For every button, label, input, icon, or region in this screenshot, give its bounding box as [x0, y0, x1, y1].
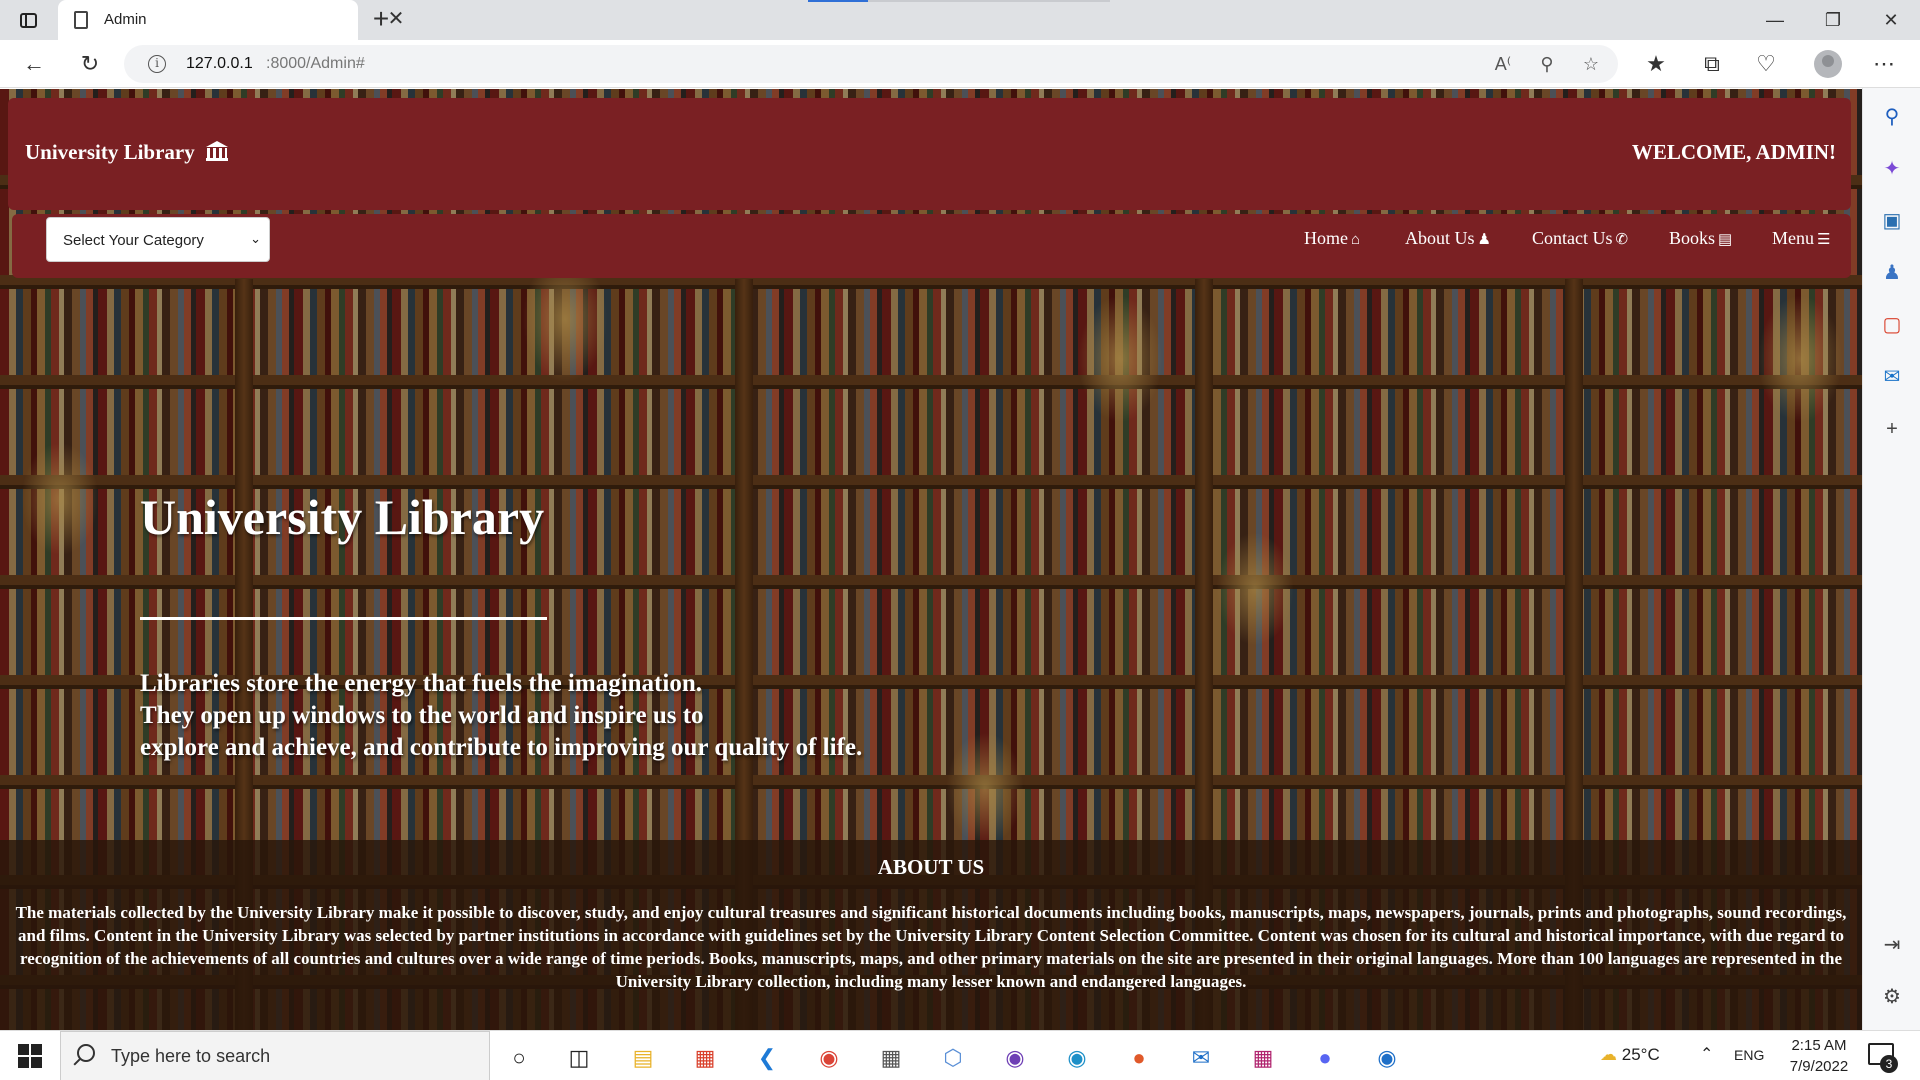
- browser-essentials-icon[interactable]: ♡: [1748, 48, 1784, 80]
- nav-books[interactable]: Books ▤: [1669, 228, 1732, 249]
- discord-icon[interactable]: ●: [1296, 1036, 1354, 1080]
- site-info-icon[interactable]: i: [148, 55, 166, 73]
- hide-sidebar-icon[interactable]: ⇥: [1877, 930, 1907, 960]
- chrome-icon[interactable]: ◉: [800, 1036, 858, 1080]
- tab-title: Admin: [104, 11, 147, 28]
- search-icon[interactable]: ⚲: [1877, 102, 1907, 132]
- tab-actions-icon[interactable]: [14, 8, 42, 32]
- book-icon: ▤: [1718, 232, 1733, 248]
- app-icon[interactable]: ◉: [1358, 1036, 1416, 1080]
- nav-books-label: Books: [1669, 228, 1716, 248]
- weather-widget[interactable]: ☁ 25°C: [1600, 1045, 1660, 1065]
- hamburger-icon: ☰: [1817, 232, 1831, 248]
- about-section: ABOUT US The materials collected by the …: [0, 840, 1862, 1030]
- about-body: The materials collected by the Universit…: [15, 903, 1847, 991]
- file-explorer-icon[interactable]: ▤: [614, 1036, 672, 1080]
- url-host: 127.0.0.1: [186, 55, 253, 72]
- read-aloud-icon[interactable]: A⁽: [1490, 51, 1516, 77]
- loading-track: [868, 0, 1110, 2]
- notification-count: 3: [1880, 1055, 1898, 1073]
- nav-contact-us[interactable]: Contact Us ✆: [1532, 228, 1628, 249]
- hero-line: Libraries store the energy that fuels th…: [140, 670, 702, 697]
- games-icon[interactable]: ♟: [1877, 258, 1907, 288]
- office-icon[interactable]: ▢: [1877, 310, 1907, 340]
- store-icon[interactable]: ▦: [676, 1036, 734, 1080]
- windows-taskbar: Type here to search ○ ◫ ▤ ▦ ❮ ◉ ▦ ⬡ ◉ ◉ …: [0, 1030, 1920, 1080]
- discover-icon[interactable]: ✦: [1877, 154, 1907, 184]
- window-close-icon[interactable]: ✕: [1868, 6, 1914, 34]
- address-bar[interactable]: i 127.0.0.1 :8000/Admin# A⁽ ⚲ ☆: [124, 45, 1618, 83]
- clock-time[interactable]: 2:15 AM: [1786, 1037, 1852, 1054]
- nav-home[interactable]: Home ⌂: [1304, 228, 1360, 249]
- home-icon: ⌂: [1351, 232, 1361, 248]
- url-path: :8000/Admin#: [266, 55, 365, 72]
- app-icon[interactable]: ▦: [862, 1036, 920, 1080]
- nav-about-us[interactable]: About Us ♟: [1405, 228, 1491, 249]
- phone-icon: ✆: [1615, 232, 1629, 248]
- nav-bar: Select Your Category ⌄ Home ⌂ About Us ♟ C…: [12, 214, 1851, 278]
- new-tab-button[interactable]: +: [366, 4, 396, 36]
- virtualbox-icon[interactable]: ⬡: [924, 1036, 982, 1080]
- weather-temp: 25°C: [1621, 1045, 1660, 1064]
- language-indicator[interactable]: ENG: [1734, 1047, 1764, 1063]
- more-options-icon[interactable]: ⋯: [1866, 48, 1902, 80]
- browser-toolbar: ← ↻ i 127.0.0.1 :8000/Admin# A⁽ ⚲ ☆ ★ ⧉ …: [0, 40, 1920, 88]
- clock-date[interactable]: 7/9/2022: [1780, 1058, 1858, 1075]
- hero-line: They open up windows to the world and in…: [140, 702, 704, 729]
- nav-menu[interactable]: Menu ☰: [1772, 228, 1830, 249]
- collections-icon[interactable]: ⧉: [1694, 48, 1730, 80]
- paint-icon[interactable]: ●: [1110, 1036, 1168, 1080]
- cortana-icon[interactable]: ○: [490, 1036, 548, 1080]
- intellij-icon[interactable]: ▦: [1234, 1036, 1292, 1080]
- back-icon[interactable]: ←: [16, 48, 52, 80]
- mail-icon[interactable]: ✉: [1172, 1036, 1230, 1080]
- add-icon[interactable]: +: [1877, 414, 1907, 444]
- weather-icon: ☁: [1600, 1045, 1617, 1064]
- hero-line: explore and achieve, and contribute to i…: [140, 734, 863, 761]
- page-viewport: University Library WELCOME, ADMIN! Selec…: [0, 89, 1862, 1030]
- nav-home-label: Home: [1304, 228, 1348, 248]
- hero-title: University Library: [140, 489, 545, 545]
- chevron-up-icon[interactable]: ⌃: [1700, 1044, 1713, 1064]
- header-bar: University Library WELCOME, ADMIN!: [8, 98, 1851, 210]
- outlook-icon[interactable]: ✉: [1877, 362, 1907, 392]
- search-placeholder: Type here to search: [111, 1046, 271, 1066]
- task-view-icon[interactable]: ◫: [550, 1036, 608, 1080]
- minimize-icon[interactable]: —: [1752, 6, 1798, 34]
- tab-admin[interactable]: Admin ✕: [58, 0, 404, 40]
- restore-icon[interactable]: ❐: [1810, 6, 1856, 34]
- hero-divider: [140, 617, 547, 620]
- page-icon: [74, 11, 88, 29]
- github-icon[interactable]: ◉: [986, 1036, 1044, 1080]
- browser-tab-bar: Admin ✕ + — ❐ ✕: [0, 0, 1920, 40]
- nav-menu-label: Menu: [1772, 228, 1814, 248]
- search-icon: [77, 1044, 95, 1062]
- about-heading: ABOUT US: [877, 855, 985, 879]
- browser-sidebar: ⚲ ✦ ▣ ♟ ▢ ✉ + ⇥ ⚙: [1862, 88, 1920, 1030]
- taskbar-search[interactable]: Type here to search: [60, 1031, 490, 1080]
- tools-icon[interactable]: ▣: [1877, 206, 1907, 236]
- brand-logo[interactable]: University Library: [25, 140, 228, 165]
- brand-name: University Library: [25, 140, 195, 164]
- nav-about-label: About Us: [1405, 228, 1475, 248]
- category-select[interactable]: Select Your Category ⌄: [46, 217, 270, 262]
- edge-icon[interactable]: ◉: [1048, 1036, 1106, 1080]
- settings-icon[interactable]: ⚙: [1877, 982, 1907, 1012]
- start-icon[interactable]: [10, 1041, 50, 1071]
- user-icon: ♟: [1477, 232, 1491, 248]
- welcome-message: WELCOME, ADMIN!: [1631, 140, 1836, 164]
- nav-contact-label: Contact Us: [1532, 228, 1613, 248]
- university-icon: [205, 141, 228, 161]
- refresh-icon[interactable]: ↻: [72, 48, 108, 80]
- favorites-icon[interactable]: ★: [1638, 48, 1674, 80]
- vscode-icon[interactable]: ❮: [738, 1036, 796, 1080]
- zoom-icon[interactable]: ⚲: [1534, 51, 1560, 77]
- category-select-value: Select Your Category: [63, 232, 204, 249]
- profile-avatar[interactable]: [1814, 50, 1842, 78]
- add-favorite-icon[interactable]: ☆: [1578, 51, 1604, 77]
- loading-indicator: [808, 0, 868, 2]
- chevron-down-icon: ⌄: [250, 231, 261, 246]
